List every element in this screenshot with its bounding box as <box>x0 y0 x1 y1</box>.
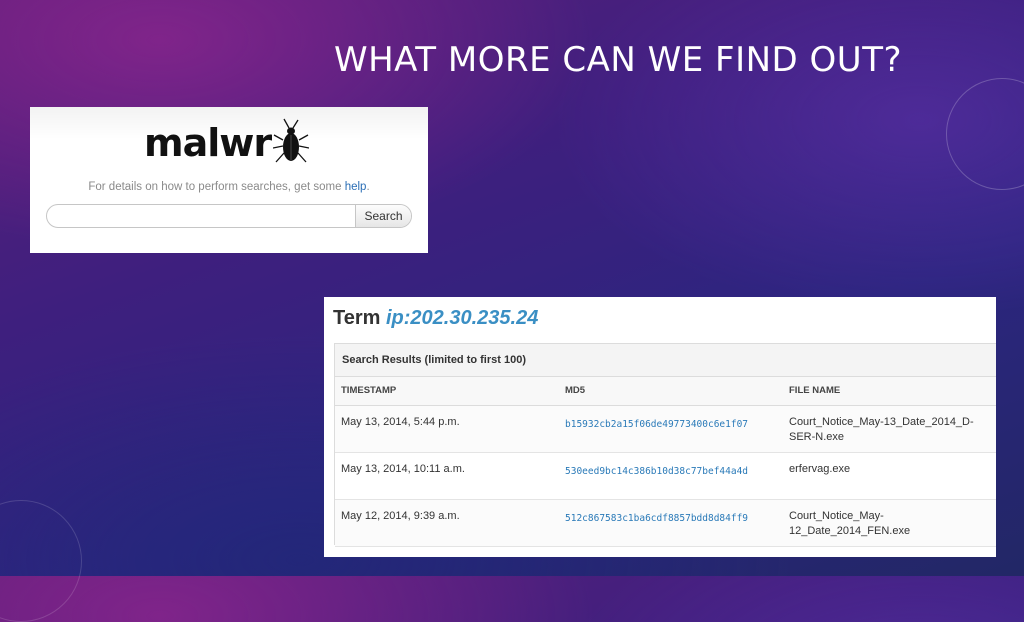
decorative-circle <box>946 78 1024 190</box>
md5-link[interactable]: b15932cb2a15f06de49773400c6e1f07 <box>565 417 748 432</box>
search-button[interactable]: Search <box>355 205 411 227</box>
table-row: May 13, 2014, 10:11 a.m. 530eed9bc14c386… <box>335 453 996 500</box>
column-header-md5[interactable]: MD5 <box>565 377 585 405</box>
table-row: May 13, 2014, 5:44 p.m. b15932cb2a15f06d… <box>335 406 996 453</box>
search-box: Search <box>46 204 412 228</box>
term-value[interactable]: ip:202.30.235.24 <box>386 307 538 329</box>
table-row: May 12, 2014, 9:39 a.m. 512c867583c1ba6c… <box>335 500 996 547</box>
column-header-file-name[interactable]: FILE NAME <box>789 377 840 405</box>
logo-text: malwr <box>144 121 272 165</box>
search-results-panel: Term ip:202.30.235.24 Search Results (li… <box>324 297 996 557</box>
file-name-cell: erfervag.exe <box>789 463 851 475</box>
md5-link[interactable]: 512c867583c1ba6cdf8857bdd8d84ff9 <box>565 511 748 526</box>
md5-link[interactable]: 530eed9bc14c386b10d38c77bef44a4d <box>565 464 748 479</box>
column-header-timestamp[interactable]: TIMESTAMP <box>341 377 396 405</box>
results-table: Search Results (limited to first 100) TI… <box>334 343 996 547</box>
results-header: Search Results (limited to first 100) <box>335 344 996 377</box>
bug-icon <box>273 118 310 163</box>
term-label: Term <box>333 307 381 329</box>
decorative-circle <box>0 500 82 622</box>
timestamp-cell: May 13, 2014, 10:11 a.m. <box>341 463 465 475</box>
table-header-row: TIMESTAMP MD5 FILE NAME <box>335 377 996 406</box>
file-name-cell: Court_Notice_May-13_Date_2014_D-SER-N.ex… <box>789 416 974 443</box>
term-heading: Term ip:202.30.235.24 <box>333 307 538 330</box>
help-text-suffix: . <box>366 181 370 193</box>
search-input[interactable] <box>47 205 353 227</box>
help-text-prefix: For details on how to perform searches, … <box>88 181 345 193</box>
malwr-logo[interactable]: malwr <box>144 117 310 169</box>
slide-title: What more can we find out? <box>334 40 903 80</box>
file-name-cell: Court_Notice_May-12_Date_2014_FEN.exe <box>789 510 911 537</box>
timestamp-cell: May 13, 2014, 5:44 p.m. <box>341 416 460 428</box>
table-body: May 13, 2014, 5:44 p.m. b15932cb2a15f06d… <box>335 406 996 547</box>
help-text: For details on how to perform searches, … <box>30 181 428 193</box>
help-link[interactable]: help <box>345 181 367 193</box>
malwr-search-panel: malwr For details on how to perform sear… <box>30 107 428 253</box>
timestamp-cell: May 12, 2014, 9:39 a.m. <box>341 510 460 522</box>
